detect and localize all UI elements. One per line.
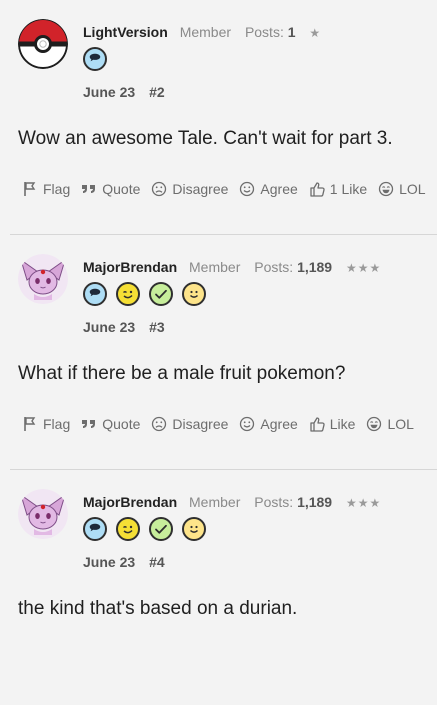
username-link[interactable]: MajorBrendan (83, 259, 177, 275)
frown-icon (151, 181, 167, 197)
posts-count[interactable]: 1 (288, 24, 296, 40)
lol-button[interactable]: LOL (366, 416, 414, 432)
post-dateline: June 23 #4 (83, 554, 165, 570)
espeon-avatar[interactable] (18, 254, 68, 304)
rank-stars-icon: ★★★ (346, 496, 382, 510)
rank-stars-icon: ★ (309, 26, 322, 40)
agree-button[interactable]: Agree (239, 181, 298, 197)
quote-icon (81, 181, 97, 197)
post-number[interactable]: #4 (149, 554, 165, 570)
posts-label: Posts: (254, 494, 294, 510)
chat-bubble-icon[interactable] (83, 517, 107, 541)
user-role: Member (179, 24, 232, 40)
post-date[interactable]: June 23 (83, 554, 135, 570)
lol-button[interactable]: LOL (378, 181, 426, 197)
quote-icon (81, 416, 97, 432)
flag-label: Flag (43, 181, 71, 197)
trophy-badges (83, 517, 206, 541)
flag-button[interactable]: Flag (22, 181, 70, 197)
trophy-badges (83, 47, 107, 71)
post-meta: MajorBrendan Member Posts: 1,189 ★★★ (83, 494, 381, 510)
post-message: What if there be a male fruit pokemon? (18, 363, 346, 384)
disagree-button[interactable]: Disagree (151, 181, 228, 197)
flag-label: Flag (43, 416, 71, 432)
rank-stars-icon: ★★★ (346, 261, 382, 275)
thumbs-up-icon (309, 181, 325, 197)
post-date[interactable]: June 23 (83, 319, 135, 335)
post-actions: Flag Quote Disagree Agree 1 Like LOL (22, 181, 437, 197)
quote-button[interactable]: Quote (81, 416, 140, 432)
espeon-avatar[interactable] (18, 489, 68, 539)
smile-icon (239, 181, 255, 197)
trophy-badges (83, 282, 206, 306)
agree-label: Agree (260, 416, 298, 432)
post-meta: MajorBrendan Member Posts: 1,189 ★★★ (83, 259, 381, 275)
post-number[interactable]: #3 (149, 319, 165, 335)
like-label: Like (329, 416, 356, 432)
lol-label: LOL (399, 181, 426, 197)
post-3: MajorBrendan Member Posts: 1,189 ★★★ Jun… (0, 235, 437, 470)
posts-count[interactable]: 1,189 (297, 494, 332, 510)
post-message: Wow an awesome Tale. Can't wait for part… (18, 128, 393, 149)
flag-button[interactable]: Flag (22, 416, 70, 432)
agree-button[interactable]: Agree (239, 416, 298, 432)
post-message: the kind that's based on a durian. (18, 598, 298, 619)
disagree-button[interactable]: Disagree (151, 416, 228, 432)
agree-label: Agree (260, 181, 298, 197)
laugh-icon (378, 181, 394, 197)
flag-icon (22, 416, 38, 432)
chat-bubble-icon[interactable] (83, 47, 107, 71)
user-role: Member (189, 494, 241, 510)
laugh-icon (366, 416, 382, 432)
like-button[interactable]: Like (309, 416, 356, 432)
post-meta: LightVersion Member Posts: 1 ★ (83, 24, 321, 40)
smile-icon (239, 416, 255, 432)
post-4: MajorBrendan Member Posts: 1,189 ★★★ Jun… (0, 470, 437, 705)
smile-face-icon[interactable] (182, 517, 206, 541)
posts-count[interactable]: 1,189 (297, 259, 332, 275)
post-date[interactable]: June 23 (83, 84, 135, 100)
checkmark-icon[interactable] (149, 282, 173, 306)
thumbs-up-icon (309, 416, 325, 432)
disagree-label: Disagree (172, 181, 229, 197)
checkmark-icon[interactable] (149, 517, 173, 541)
username-link[interactable]: LightVersion (83, 24, 168, 40)
user-role: Member (189, 259, 241, 275)
posts-label: Posts: (254, 259, 294, 275)
like-label: 1 Like (329, 181, 368, 197)
pokeball-avatar[interactable] (18, 19, 68, 69)
post-number[interactable]: #2 (149, 84, 165, 100)
post-2: LightVersion Member Posts: 1 ★ June 23 #2… (0, 0, 437, 235)
disagree-label: Disagree (172, 416, 229, 432)
post-dateline: June 23 #3 (83, 319, 165, 335)
like-button[interactable]: 1 Like (309, 181, 367, 197)
post-actions: Flag Quote Disagree Agree Like LOL (22, 416, 425, 432)
chat-bubble-icon[interactable] (83, 282, 107, 306)
quote-button[interactable]: Quote (81, 181, 140, 197)
smile-face-icon[interactable] (182, 282, 206, 306)
wink-face-icon[interactable] (116, 517, 140, 541)
flag-icon (22, 181, 38, 197)
posts-label: Posts: (244, 24, 284, 40)
username-link[interactable]: MajorBrendan (83, 494, 177, 510)
quote-label: Quote (102, 416, 141, 432)
lol-label: LOL (387, 416, 414, 432)
frown-icon (151, 416, 167, 432)
quote-label: Quote (102, 181, 141, 197)
wink-face-icon[interactable] (116, 282, 140, 306)
post-dateline: June 23 #2 (83, 84, 165, 100)
